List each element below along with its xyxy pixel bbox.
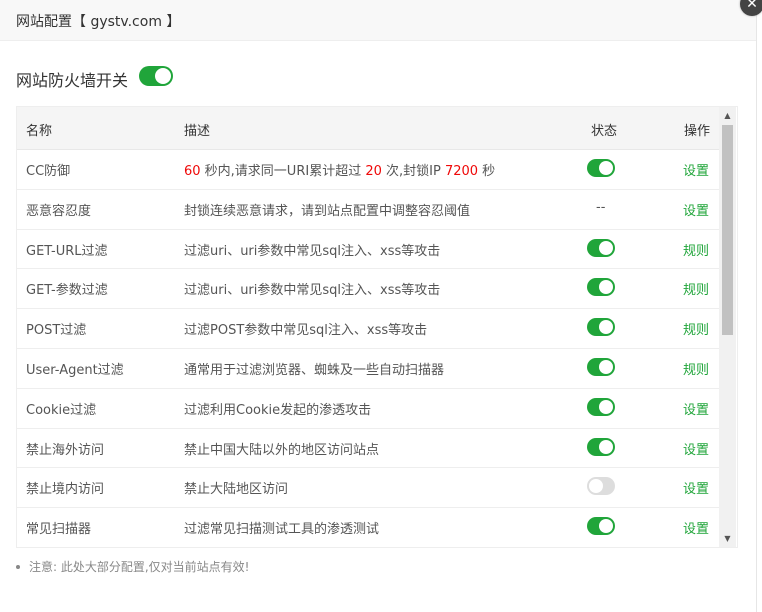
row-name: GET-参数过滤 — [26, 283, 108, 299]
row-action-link[interactable]: 规则 — [683, 240, 709, 259]
row-name: 禁止境内访问 — [26, 482, 105, 498]
row-action-link[interactable]: 设置 — [683, 478, 709, 497]
table-row: 恶意容忍度 封锁连续恶意请求，请到站点配置中调整容忍阈值 -- 设置 — [17, 190, 719, 230]
col-header-state: 状态 — [591, 124, 618, 139]
row-action-link[interactable]: 规则 — [683, 359, 709, 378]
row-desc: 过滤利用Cookie发起的渗透攻击 — [184, 402, 372, 418]
firewall-toggle[interactable] — [139, 66, 173, 86]
bullet-icon — [16, 564, 20, 569]
table-row: 禁止海外访问 禁止中国大陆以外的地区访问站点 设置 — [17, 429, 719, 469]
firewall-switch-label: 网站防火墙开关 — [16, 71, 129, 90]
col-header-op: 操作 — [684, 124, 711, 139]
table-scrollbar[interactable]: ▲ ▼ — [719, 107, 736, 547]
row-toggle[interactable] — [587, 517, 615, 536]
row-desc: 过滤POST参数中常见sql注入、xss等攻击 — [184, 323, 428, 339]
row-toggle[interactable] — [587, 278, 615, 297]
row-state-text: -- — [596, 199, 606, 215]
row-name: Cookie过滤 — [26, 402, 97, 418]
row-action-link[interactable]: 设置 — [683, 160, 709, 179]
row-desc: 禁止中国大陆以外的地区访问站点 — [184, 442, 380, 458]
table-row: User-Agent过滤 通常用于过滤浏览器、蜘蛛及一些自动扫描器 规则 — [17, 349, 719, 389]
dialog-header: 网站配置【 gystv.com 】 — [0, 0, 756, 41]
row-desc: 过滤常见扫描测试工具的渗透测试 — [184, 522, 380, 538]
table-row: GET-参数过滤 过滤uri、uri参数中常见sql注入、xss等攻击 规则 — [17, 269, 719, 310]
scroll-up-icon[interactable]: ▲ — [719, 107, 736, 124]
row-toggle[interactable] — [587, 159, 615, 177]
row-action-link[interactable]: 设置 — [683, 399, 709, 418]
col-header-desc: 描述 — [184, 124, 211, 139]
row-name: User-Agent过滤 — [26, 362, 124, 378]
table-row: 常见扫描器 过滤常见扫描测试工具的渗透测试 设置 — [17, 508, 719, 547]
row-toggle[interactable] — [587, 318, 615, 337]
col-header-name: 名称 — [26, 124, 53, 139]
table-row: 禁止境内访问 禁止大陆地区访问 设置 — [17, 468, 719, 509]
scrollbar-thumb[interactable] — [722, 125, 733, 335]
row-toggle[interactable] — [587, 437, 615, 456]
table-row: CC防御 60 秒内,请求同一URI累计超过 20 次,封锁IP 7200 秒 … — [17, 150, 719, 190]
row-toggle[interactable] — [587, 238, 615, 257]
row-name: POST过滤 — [26, 323, 87, 339]
row-action-link[interactable]: 设置 — [683, 439, 709, 458]
table-header: 名称 描述 状态 操作 — [17, 107, 719, 150]
row-desc: 过滤uri、uri参数中常见sql注入、xss等攻击 — [184, 283, 441, 299]
row-desc: 通常用于过滤浏览器、蜘蛛及一些自动扫描器 — [184, 362, 445, 378]
row-name: GET-URL过滤 — [26, 243, 108, 259]
row-action-link[interactable]: 设置 — [683, 518, 709, 537]
footer-note: 注意: 此处大部分配置,仅对当前站点有效! — [16, 558, 249, 575]
row-name: 禁止海外访问 — [26, 442, 105, 458]
dialog-title: 网站配置【 gystv.com 】 — [16, 14, 181, 30]
row-desc: 封锁连续恶意请求，请到站点配置中调整容忍阈值 — [184, 203, 471, 219]
rules-table: 名称 描述 状态 操作 CC防御 60 秒内,请求同一URI累计超过 20 次,… — [16, 106, 738, 548]
row-action-link[interactable]: 规则 — [683, 319, 709, 338]
row-toggle[interactable] — [587, 397, 615, 416]
row-desc: 过滤uri、uri参数中常见sql注入、xss等攻击 — [184, 243, 441, 259]
website-config-dialog: 网站配置【 gystv.com 】 网站防火墙开关 名称 描述 状态 操作 CC… — [0, 0, 757, 612]
row-desc: 禁止大陆地区访问 — [184, 482, 289, 498]
table-row: Cookie过滤 过滤利用Cookie发起的渗透攻击 设置 — [17, 389, 719, 429]
row-name: 恶意容忍度 — [26, 203, 92, 219]
table-row: POST过滤 过滤POST参数中常见sql注入、xss等攻击 规则 — [17, 309, 719, 349]
row-action-link[interactable]: 设置 — [683, 200, 709, 219]
row-action-link[interactable]: 规则 — [683, 279, 709, 298]
table-body: CC防御 60 秒内,请求同一URI累计超过 20 次,封锁IP 7200 秒 … — [17, 150, 719, 547]
row-toggle[interactable] — [587, 477, 615, 496]
row-name: 常见扫描器 — [26, 522, 92, 538]
row-desc: 60 秒内,请求同一URI累计超过 20 次,封锁IP 7200 秒 — [184, 164, 496, 179]
row-name: CC防御 — [26, 164, 71, 179]
scroll-down-icon[interactable]: ▼ — [719, 530, 736, 547]
row-toggle[interactable] — [587, 357, 615, 376]
table-row: GET-URL过滤 过滤uri、uri参数中常见sql注入、xss等攻击 规则 — [17, 230, 719, 270]
